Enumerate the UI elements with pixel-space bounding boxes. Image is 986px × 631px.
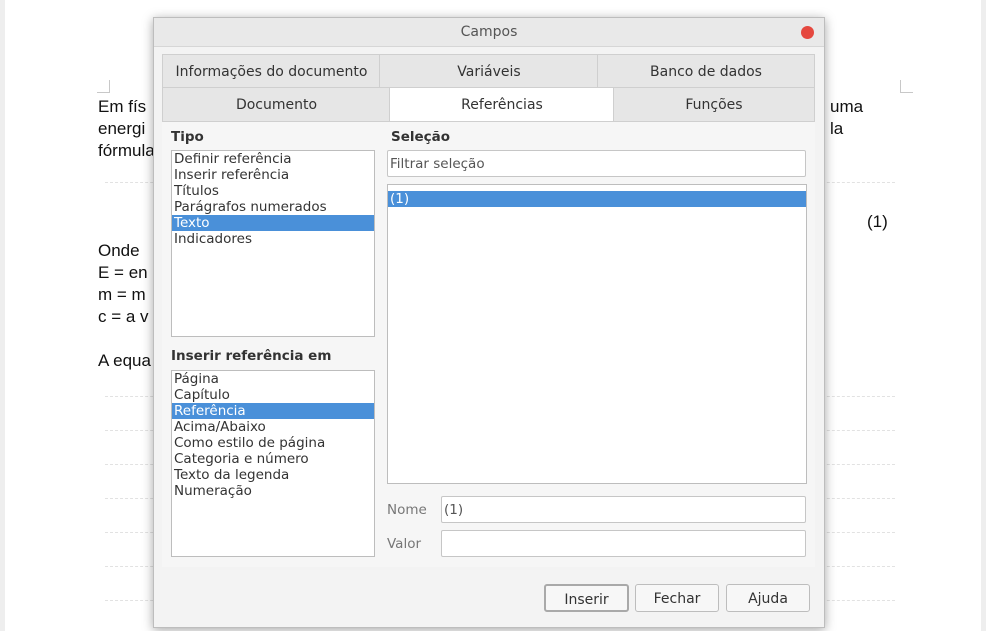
document-text-line[interactable]: Onde (98, 240, 140, 261)
selecao-listbox[interactable]: (1) (387, 184, 807, 484)
list-item-selected[interactable]: Texto (172, 215, 374, 231)
list-item[interactable]: Indicadores (172, 231, 374, 247)
list-item[interactable]: Títulos (172, 183, 374, 199)
tab-variaveis[interactable]: Variáveis (379, 54, 599, 89)
nome-label: Nome (387, 502, 427, 518)
equation-number[interactable]: (1) (867, 212, 888, 232)
nome-field[interactable]: (1) (441, 496, 806, 523)
document-text-line[interactable]: E = en (98, 262, 148, 283)
tipo-label: Tipo (171, 129, 204, 145)
list-item[interactable]: Como estilo de página (172, 435, 374, 451)
filter-selection-input[interactable]: Filtrar seleção (387, 150, 806, 177)
list-item[interactable]: Acima/Abaixo (172, 419, 374, 435)
document-text-line[interactable]: fórmula (98, 140, 155, 161)
valor-label: Valor (387, 536, 422, 552)
tab-informacoes-documento[interactable]: Informações do documento (162, 54, 381, 89)
list-item[interactable]: Definir referência (172, 151, 374, 167)
tab-funcoes[interactable]: Funções (613, 87, 815, 122)
tipo-listbox[interactable]: Definir referência Inserir referência Tí… (171, 150, 375, 337)
page-corner-mark (97, 80, 110, 93)
list-item[interactable]: Texto da legenda (172, 467, 374, 483)
list-item-selected[interactable]: (1) (388, 191, 806, 207)
document-text-line[interactable]: Em fís (98, 96, 146, 117)
document-text-line[interactable]: energi (98, 118, 145, 139)
list-item[interactable]: Parágrafos numerados (172, 199, 374, 215)
help-button[interactable]: Ajuda (726, 584, 810, 612)
document-text-fragment[interactable]: uma (830, 96, 863, 117)
list-item-selected[interactable]: Referência (172, 403, 374, 419)
selecao-label: Seleção (391, 129, 451, 145)
list-item[interactable]: Numeração (172, 483, 374, 499)
dialog-title: Campos (460, 24, 518, 40)
tab-documento[interactable]: Documento (162, 87, 391, 122)
close-button[interactable]: Fechar (635, 584, 719, 612)
insert-button[interactable]: Inserir (544, 584, 629, 612)
valor-field[interactable] (441, 530, 806, 557)
document-text-fragment[interactable]: la (830, 118, 843, 139)
list-item[interactable]: Capítulo (172, 387, 374, 403)
dialog-titlebar[interactable]: Campos (154, 18, 824, 47)
inserir-referencia-em-listbox[interactable]: Página Capítulo Referência Acima/Abaixo … (171, 370, 375, 557)
list-item[interactable]: Categoria e número (172, 451, 374, 467)
tab-referencias[interactable]: Referências (389, 87, 615, 123)
document-text-line[interactable]: A equa (98, 350, 151, 371)
fields-dialog: Campos Informações do documento Variávei… (153, 17, 825, 628)
list-item[interactable]: Inserir referência (172, 167, 374, 183)
document-text-line[interactable]: c = a v (98, 306, 149, 327)
document-text-line[interactable]: m = m (98, 284, 146, 305)
page-corner-mark (900, 80, 913, 93)
tab-banco-de-dados[interactable]: Banco de dados (597, 54, 815, 89)
close-icon[interactable] (801, 26, 814, 39)
list-item[interactable]: Página (172, 371, 374, 387)
inserir-referencia-em-label: Inserir referência em (171, 348, 332, 364)
